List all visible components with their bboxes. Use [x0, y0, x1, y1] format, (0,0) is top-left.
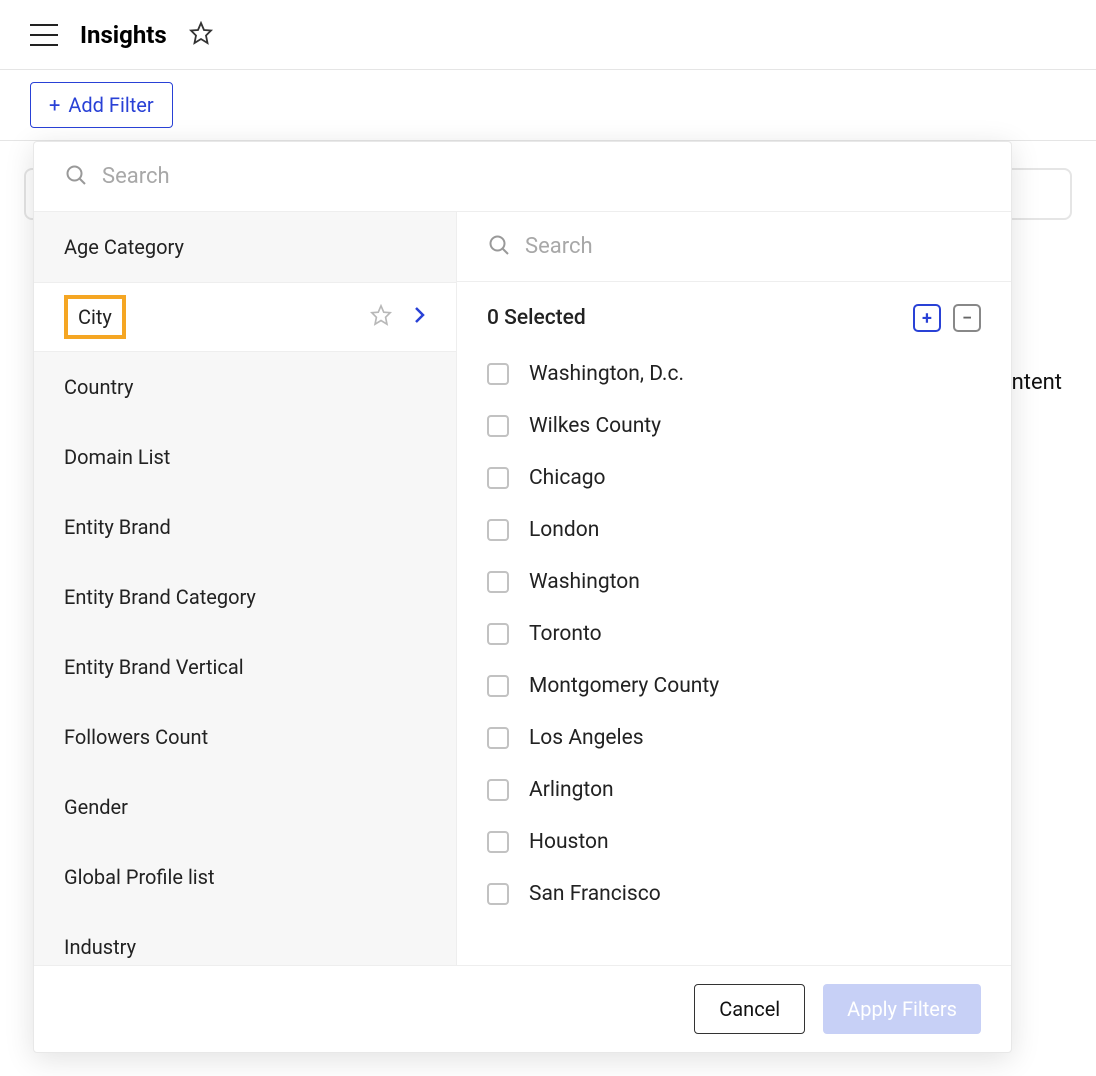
menu-hamburger-icon[interactable]	[30, 24, 58, 46]
value-row[interactable]: Montgomery County	[457, 660, 1011, 712]
values-panel: 0 Selected + − Washington, D.c. Wilkes Co…	[457, 212, 1011, 965]
category-label: Gender	[64, 795, 128, 819]
plus-icon: +	[49, 93, 60, 117]
value-row[interactable]: Houston	[457, 816, 1011, 868]
checkbox[interactable]	[487, 727, 509, 749]
checkbox[interactable]	[487, 675, 509, 697]
value-label: Toronto	[529, 622, 602, 646]
filter-bar: + Add Filter	[0, 70, 1096, 141]
checkbox[interactable]	[487, 519, 509, 541]
minus-icon: −	[962, 308, 972, 329]
category-label: Domain List	[64, 445, 170, 469]
add-filter-label: Add Filter	[68, 93, 153, 117]
checkbox[interactable]	[487, 467, 509, 489]
category-row[interactable]: Entity Brand Category	[34, 562, 456, 632]
value-row[interactable]: Toronto	[457, 608, 1011, 660]
category-label: Global Profile list	[64, 865, 215, 889]
values-search-bar	[457, 212, 1011, 282]
favorite-star-icon[interactable]	[370, 304, 392, 331]
popup-body: Age Category City Country Domain List Entity…	[34, 212, 1011, 965]
category-row[interactable]: Global Profile list	[34, 842, 456, 912]
filter-popup: Age Category City Country Domain List Entity…	[33, 141, 1012, 1053]
value-row[interactable]: Washington	[457, 556, 1011, 608]
category-row[interactable]: Followers Count	[34, 702, 456, 772]
value-row[interactable]: Washington, D.c.	[457, 348, 1011, 400]
chevron-right-icon	[414, 305, 426, 329]
category-label: Country	[64, 375, 133, 399]
category-list[interactable]: Age Category City Country Domain List Entity…	[34, 212, 457, 965]
category-row[interactable]: City	[34, 282, 456, 352]
value-label: Houston	[529, 830, 609, 854]
include-button[interactable]: +	[913, 304, 941, 332]
category-row[interactable]: Country	[34, 352, 456, 422]
values-list[interactable]: Washington, D.c. Wilkes County Chicago Lond…	[457, 344, 1011, 965]
popup-footer: Cancel Apply Filters	[34, 965, 1011, 1052]
category-label: Followers Count	[64, 725, 208, 749]
app-header: Insights	[0, 0, 1096, 70]
value-label: London	[529, 518, 599, 542]
category-row[interactable]: Industry	[34, 912, 456, 965]
checkbox[interactable]	[487, 831, 509, 853]
search-icon	[487, 233, 511, 261]
value-row[interactable]: Chicago	[457, 452, 1011, 504]
value-label: San Francisco	[529, 882, 661, 906]
value-label: Los Angeles	[529, 726, 644, 750]
checkbox[interactable]	[487, 415, 509, 437]
value-label: Arlington	[529, 778, 614, 802]
plus-icon: +	[922, 308, 932, 329]
value-row[interactable]: Wilkes County	[457, 400, 1011, 452]
category-search-input[interactable]	[102, 164, 981, 189]
checkbox[interactable]	[487, 623, 509, 645]
selected-count-label: 0 Selected	[487, 306, 901, 330]
category-label: Entity Brand	[64, 515, 171, 539]
search-icon	[64, 163, 88, 191]
add-filter-button[interactable]: + Add Filter	[30, 82, 173, 128]
category-row[interactable]: Domain List	[34, 422, 456, 492]
category-row[interactable]: Gender	[34, 772, 456, 842]
category-label: Entity Brand Category	[64, 585, 256, 609]
favorite-star-icon[interactable]	[189, 21, 213, 49]
category-label: City	[78, 305, 112, 329]
category-label: Industry	[64, 935, 136, 959]
value-row[interactable]: San Francisco	[457, 868, 1011, 920]
page-title: Insights	[80, 21, 167, 49]
values-search-input[interactable]	[525, 234, 981, 259]
value-row[interactable]: London	[457, 504, 1011, 556]
value-row[interactable]: Los Angeles	[457, 712, 1011, 764]
exclude-button[interactable]: −	[953, 304, 981, 332]
category-row[interactable]: Age Category	[34, 212, 456, 282]
category-search-bar	[34, 142, 1011, 212]
category-row[interactable]: Entity Brand	[34, 492, 456, 562]
value-label: Wilkes County	[529, 414, 661, 438]
value-label: Montgomery County	[529, 674, 719, 698]
checkbox[interactable]	[487, 571, 509, 593]
value-label: Washington, D.c.	[529, 362, 684, 386]
value-label: Chicago	[529, 466, 606, 490]
value-row[interactable]: Arlington	[457, 764, 1011, 816]
cancel-button[interactable]: Cancel	[694, 984, 805, 1034]
checkbox[interactable]	[487, 363, 509, 385]
selected-count-row: 0 Selected + −	[457, 282, 1011, 344]
checkbox[interactable]	[487, 779, 509, 801]
value-label: Washington	[529, 570, 640, 594]
category-label: Age Category	[64, 235, 184, 259]
checkbox[interactable]	[487, 883, 509, 905]
apply-filters-button[interactable]: Apply Filters	[823, 984, 981, 1034]
category-label: Entity Brand Vertical	[64, 655, 244, 679]
category-row[interactable]: Entity Brand Vertical	[34, 632, 456, 702]
